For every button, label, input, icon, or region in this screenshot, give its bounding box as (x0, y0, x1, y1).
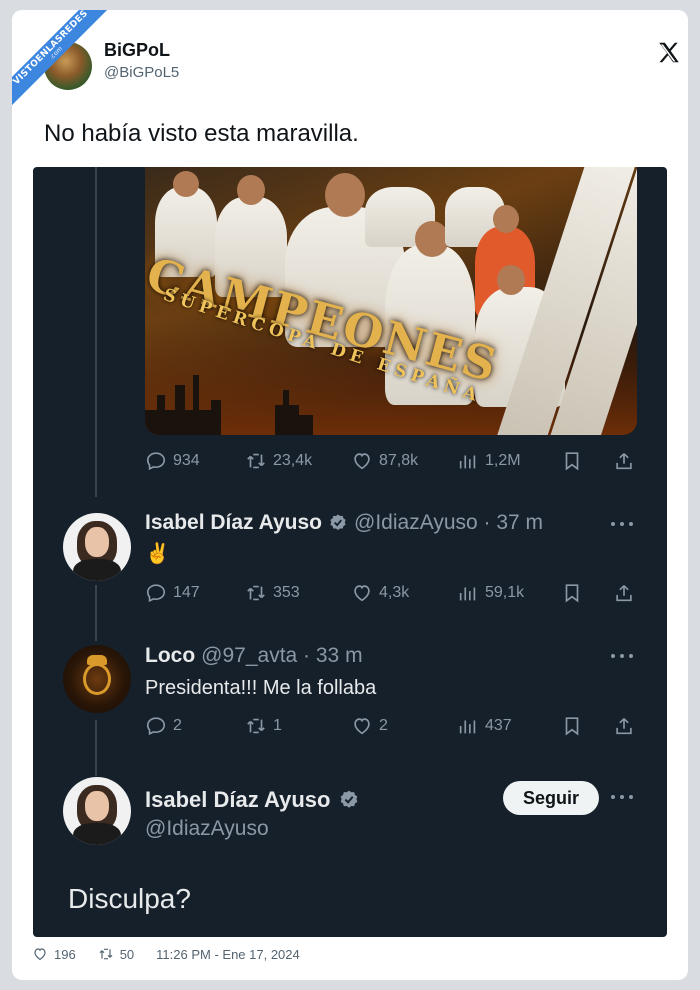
bookmark-icon (565, 452, 579, 471)
ayuso-avatar[interactable] (63, 777, 131, 845)
reply-icon (146, 717, 166, 736)
main-text: Disculpa? (68, 883, 191, 914)
reply2-name[interactable]: Loco (145, 644, 195, 668)
reply-icon (146, 452, 166, 471)
watermark-text: VISTOENLASREDES (12, 10, 91, 88)
main-header: Isabel Díaz Ayuso (145, 787, 360, 813)
reply2-meta[interactable]: @97_avta · 33 m (201, 644, 362, 668)
like-button[interactable]: 87,8k (351, 450, 418, 472)
share-icon (616, 453, 632, 470)
more-options-icon[interactable] (611, 795, 635, 801)
retweet-count: 1 (273, 717, 282, 734)
reply-icon (146, 584, 166, 603)
retweet-count: 353 (273, 584, 300, 601)
main-handle[interactable]: @IdiazAyuso (145, 817, 269, 841)
like-button[interactable]: 4,3k (351, 582, 409, 604)
share-icon (616, 718, 632, 735)
heart-icon (354, 718, 370, 735)
views-button[interactable]: 59,1k (457, 582, 524, 604)
views-icon (459, 720, 476, 734)
more-options-icon[interactable] (611, 522, 635, 528)
bookmark-icon (565, 717, 579, 736)
footer-timestamp[interactable]: 11:26 PM - Ene 17, 2024 (156, 947, 300, 962)
share-button[interactable] (613, 582, 635, 604)
views-button[interactable]: 437 (457, 715, 512, 737)
thread-line (95, 167, 97, 497)
retweet-button[interactable]: 353 (245, 582, 300, 604)
like-button[interactable]: 2 (351, 715, 388, 737)
thread-line (95, 720, 97, 776)
reply-button[interactable]: 147 (145, 582, 200, 604)
reply1-text: ✌️ (145, 543, 170, 565)
bookmark-button[interactable] (561, 450, 583, 472)
verified-badge-icon (341, 790, 358, 808)
tweet-footer: 196 50 11:26 PM - Ene 17, 2024 (32, 946, 300, 962)
reply-count: 2 (173, 717, 182, 734)
reply2-actions: 2 1 2 437 (145, 715, 641, 739)
views-count: 59,1k (485, 584, 525, 601)
reply2-text: Presidenta!!! Me la follaba (145, 677, 377, 699)
share-button[interactable] (613, 450, 635, 472)
retweet-icon[interactable] (98, 946, 114, 962)
main-name[interactable]: Isabel Díaz Ayuso (145, 787, 330, 813)
follow-button[interactable]: Seguir (503, 781, 599, 815)
thread-line (95, 585, 97, 641)
views-count: 1,2M (485, 452, 521, 469)
views-icon (459, 587, 476, 601)
reply-count: 147 (173, 584, 200, 601)
x-logo-icon[interactable] (656, 40, 682, 66)
reply-button[interactable]: 2 (145, 715, 182, 737)
skyline-icon (145, 375, 313, 435)
heart-icon (354, 453, 370, 470)
more-options-icon[interactable] (611, 654, 635, 660)
retweet-button[interactable]: 1 (245, 715, 282, 737)
watermark-ribbon: VISTOENLASREDES .com (12, 10, 122, 120)
retweet-icon (247, 453, 265, 469)
reply1-actions: 147 353 4,3k 59,1k (145, 582, 641, 606)
bookmark-button[interactable] (561, 582, 583, 604)
bookmark-icon (565, 584, 579, 603)
views-button[interactable]: 1,2M (457, 450, 521, 472)
footer-retweets: 50 (119, 946, 135, 962)
like-count: 87,8k (379, 452, 419, 469)
bookmark-button[interactable] (561, 715, 583, 737)
views-icon (459, 455, 476, 469)
heart-icon[interactable] (32, 946, 48, 962)
watermark-sub: .com (48, 45, 65, 62)
like-count: 2 (379, 717, 388, 734)
views-count: 437 (485, 717, 512, 734)
reply1-header: Isabel Díaz Ayuso @IdiazAyuso · 37 m (145, 511, 543, 535)
reply2-header: Loco @97_avta · 33 m (145, 644, 363, 668)
embedded-screenshot: CAMPEONES SUPERCOPA DE ESPAÑA 934 23,4k … (33, 167, 667, 937)
media-banner[interactable]: CAMPEONES SUPERCOPA DE ESPAÑA (145, 167, 637, 435)
retweet-button[interactable]: 23,4k (245, 450, 312, 472)
tweet-text: No había visto esta maravilla. (44, 120, 359, 147)
ayuso-avatar[interactable] (63, 513, 131, 581)
retweet-icon (247, 718, 265, 734)
footer-likes: 196 (54, 946, 76, 962)
retweet-count: 23,4k (273, 452, 313, 469)
reply-button[interactable]: 934 (145, 450, 200, 472)
retweet-icon (247, 585, 265, 601)
reply1-meta[interactable]: @IdiazAyuso · 37 m (354, 511, 543, 535)
heart-icon (354, 585, 370, 602)
loco-avatar[interactable] (63, 645, 131, 713)
original-actions: 934 23,4k 87,8k 1,2M (145, 450, 641, 474)
verified-badge-icon (330, 514, 346, 530)
like-count: 4,3k (379, 584, 410, 601)
share-icon (616, 585, 632, 602)
reply1-name[interactable]: Isabel Díaz Ayuso (145, 511, 322, 535)
reply-count: 934 (173, 452, 200, 469)
share-button[interactable] (613, 715, 635, 737)
